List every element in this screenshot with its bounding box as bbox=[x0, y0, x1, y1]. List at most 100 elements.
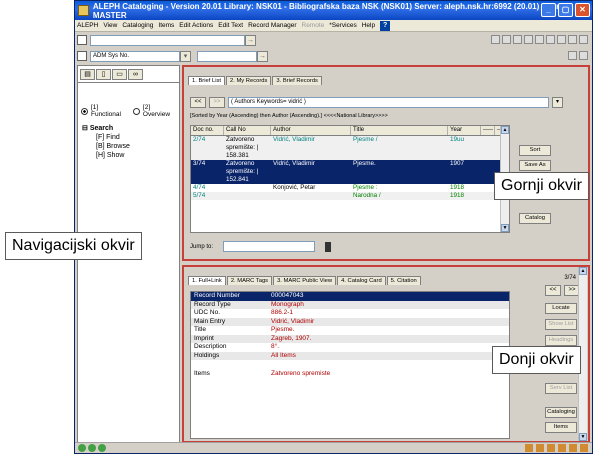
tool-icon[interactable] bbox=[579, 51, 588, 60]
tab-my-records[interactable]: 2. My Records bbox=[226, 76, 272, 85]
record-field-row[interactable]: Description 8°. bbox=[191, 343, 509, 352]
tool-icon[interactable] bbox=[568, 51, 577, 60]
prev-record-button[interactable]: << bbox=[545, 285, 561, 296]
scroll-down-icon[interactable]: ▼ bbox=[501, 224, 509, 232]
tool-icon[interactable] bbox=[568, 35, 577, 44]
col-title[interactable]: Title bbox=[351, 126, 448, 135]
status-bar bbox=[75, 442, 592, 453]
index-select[interactable]: ADM Sys No. bbox=[90, 50, 180, 62]
tool-icon[interactable] bbox=[557, 35, 566, 44]
menu-edit-actions[interactable]: Edit Actions bbox=[179, 22, 213, 29]
table-row[interactable]: 2/74 Zatvoreno Vidrić, Vladimir Pjesme /… bbox=[191, 136, 509, 144]
field-value: Zatvoreno spremiste bbox=[271, 370, 331, 377]
tool-icon[interactable] bbox=[546, 35, 555, 44]
tree-root-label: Search bbox=[89, 125, 114, 132]
record-icon[interactable] bbox=[77, 35, 87, 45]
tree-node-show[interactable]: [H] Show bbox=[82, 151, 130, 160]
command-input[interactable] bbox=[90, 34, 245, 46]
record-field-row[interactable]: Record Type Monograph bbox=[191, 300, 509, 309]
catalog-button[interactable]: Catalog bbox=[519, 213, 551, 224]
save-as-button[interactable]: Save As bbox=[519, 160, 551, 171]
tab-citation[interactable]: 5. Citation bbox=[386, 276, 421, 285]
locate-button[interactable]: Locate bbox=[545, 303, 577, 314]
radio-functional[interactable] bbox=[81, 107, 88, 115]
tool-icon[interactable] bbox=[491, 35, 500, 44]
col-author[interactable]: Author bbox=[271, 126, 351, 135]
tab-marc-tags[interactable]: 2. MARC Tags bbox=[226, 276, 273, 285]
tab-brief-list[interactable]: 1. Brief List bbox=[188, 76, 225, 85]
tab-search-icon[interactable]: ▤ bbox=[80, 69, 95, 80]
table-row[interactable]: 4/74 Konjović, Petar Pjesme : 1918 bbox=[191, 184, 509, 192]
tool-icon[interactable] bbox=[513, 35, 522, 44]
index-dropdown-arrow[interactable]: ▾ bbox=[180, 50, 191, 62]
col-year[interactable]: Year bbox=[448, 126, 481, 135]
table-row[interactable]: 5/74 Narodna / 1918 bbox=[191, 192, 509, 200]
record-field-row[interactable]: Title Pjesme. bbox=[191, 326, 509, 335]
menu-view[interactable]: View bbox=[103, 22, 117, 29]
scroll-up-icon[interactable]: ▲ bbox=[501, 126, 509, 134]
record-field-row[interactable]: Imprint Zagreb, 1907. bbox=[191, 334, 509, 343]
tab-document-icon[interactable]: ▯ bbox=[96, 69, 111, 80]
cataloging-button[interactable]: Cataloging bbox=[545, 407, 577, 418]
query-dropdown-arrow[interactable]: ▾ bbox=[552, 97, 563, 108]
menu-help[interactable]: Help bbox=[362, 22, 375, 29]
tool-icon[interactable] bbox=[535, 35, 544, 44]
prev-set-button[interactable]: << bbox=[190, 97, 206, 108]
search-go-button[interactable]: → bbox=[257, 50, 268, 62]
tool-icon[interactable] bbox=[579, 35, 588, 44]
tab-binoculars-icon[interactable]: ∞ bbox=[128, 69, 143, 80]
menu-items[interactable]: Items bbox=[158, 22, 174, 29]
tool-icon[interactable] bbox=[524, 35, 533, 44]
col-call-no[interactable]: Call No bbox=[224, 126, 271, 135]
tree-node-find[interactable]: [F] Find bbox=[82, 133, 130, 142]
scroll-up-icon[interactable]: ▲ bbox=[579, 267, 587, 275]
tree-node-browse[interactable]: [B] Browse bbox=[82, 142, 130, 151]
table-row-selected[interactable]: 3/74 Zatvoreno Vidrić, Vladimir Pjesme. … bbox=[191, 160, 509, 168]
tool-icon[interactable] bbox=[502, 35, 511, 44]
tab-full-link[interactable]: 1. Full+Link bbox=[188, 276, 226, 285]
tray-icon[interactable] bbox=[569, 444, 577, 452]
query-select[interactable]: ( Authors Keywords= vidrić ) bbox=[228, 97, 549, 108]
menu-services[interactable]: *Services bbox=[329, 22, 356, 29]
col-extra-1[interactable]: ----- bbox=[481, 126, 495, 135]
document-icon[interactable] bbox=[77, 51, 87, 61]
search-value-input[interactable] bbox=[197, 50, 257, 62]
record-field-row[interactable]: UDC No. 886.2-1 bbox=[191, 309, 509, 318]
radio-overview[interactable] bbox=[132, 107, 140, 115]
tray-icon[interactable] bbox=[536, 444, 544, 452]
jump-to-input[interactable] bbox=[223, 241, 316, 252]
tray-icon[interactable] bbox=[558, 444, 566, 452]
tray-icon[interactable] bbox=[580, 444, 588, 452]
maximize-button[interactable]: ▢ bbox=[558, 3, 573, 17]
sort-button[interactable]: Sort bbox=[519, 145, 551, 156]
tab-record-icon[interactable]: ▭ bbox=[112, 69, 127, 80]
headings-button[interactable]: Headings bbox=[545, 335, 577, 346]
tree-root-search[interactable]: ⊟ Search bbox=[82, 124, 130, 133]
tab-catalog-card[interactable]: 4. Catalog Card bbox=[337, 276, 386, 285]
tray-icon[interactable] bbox=[525, 444, 533, 452]
jump-to-icon[interactable] bbox=[325, 241, 332, 252]
command-go-button[interactable]: → bbox=[245, 34, 256, 46]
tray-icon[interactable] bbox=[547, 444, 555, 452]
tab-brief-records[interactable]: 3. Brief Records bbox=[272, 76, 322, 85]
record-field-row[interactable]: Record Number 000047043 bbox=[191, 292, 509, 301]
items-button[interactable]: Items bbox=[545, 422, 577, 433]
record-field-row[interactable]: Main Entry Vidrić, Vladimir bbox=[191, 317, 509, 326]
close-button[interactable]: ✕ bbox=[575, 3, 590, 17]
next-set-button[interactable]: >> bbox=[209, 97, 225, 108]
serv-list-button[interactable]: Serv List bbox=[545, 383, 577, 394]
cell-year: 19uu bbox=[450, 136, 465, 143]
menu-record-manager[interactable]: Record Manager bbox=[248, 22, 296, 29]
show-list-button[interactable]: Show List bbox=[545, 319, 577, 330]
tab-marc-public-view[interactable]: 3. MARC Public View bbox=[273, 276, 337, 285]
minimize-button[interactable]: _ bbox=[541, 3, 556, 17]
menu-aleph[interactable]: ALEPH bbox=[77, 22, 98, 29]
menu-cataloging[interactable]: Cataloging bbox=[122, 22, 153, 29]
cell-call: Zatvoreno bbox=[226, 160, 255, 167]
record-field-row[interactable]: Holdings All Items bbox=[191, 351, 509, 360]
scroll-down-icon[interactable]: ▼ bbox=[579, 433, 587, 441]
help-icon[interactable]: ? bbox=[380, 20, 391, 31]
menu-edit-text[interactable]: Edit Text bbox=[218, 22, 243, 29]
col-doc-no[interactable]: Doc no. bbox=[191, 126, 224, 135]
record-field-row[interactable]: Items Zatvoreno spremiste bbox=[191, 370, 509, 379]
